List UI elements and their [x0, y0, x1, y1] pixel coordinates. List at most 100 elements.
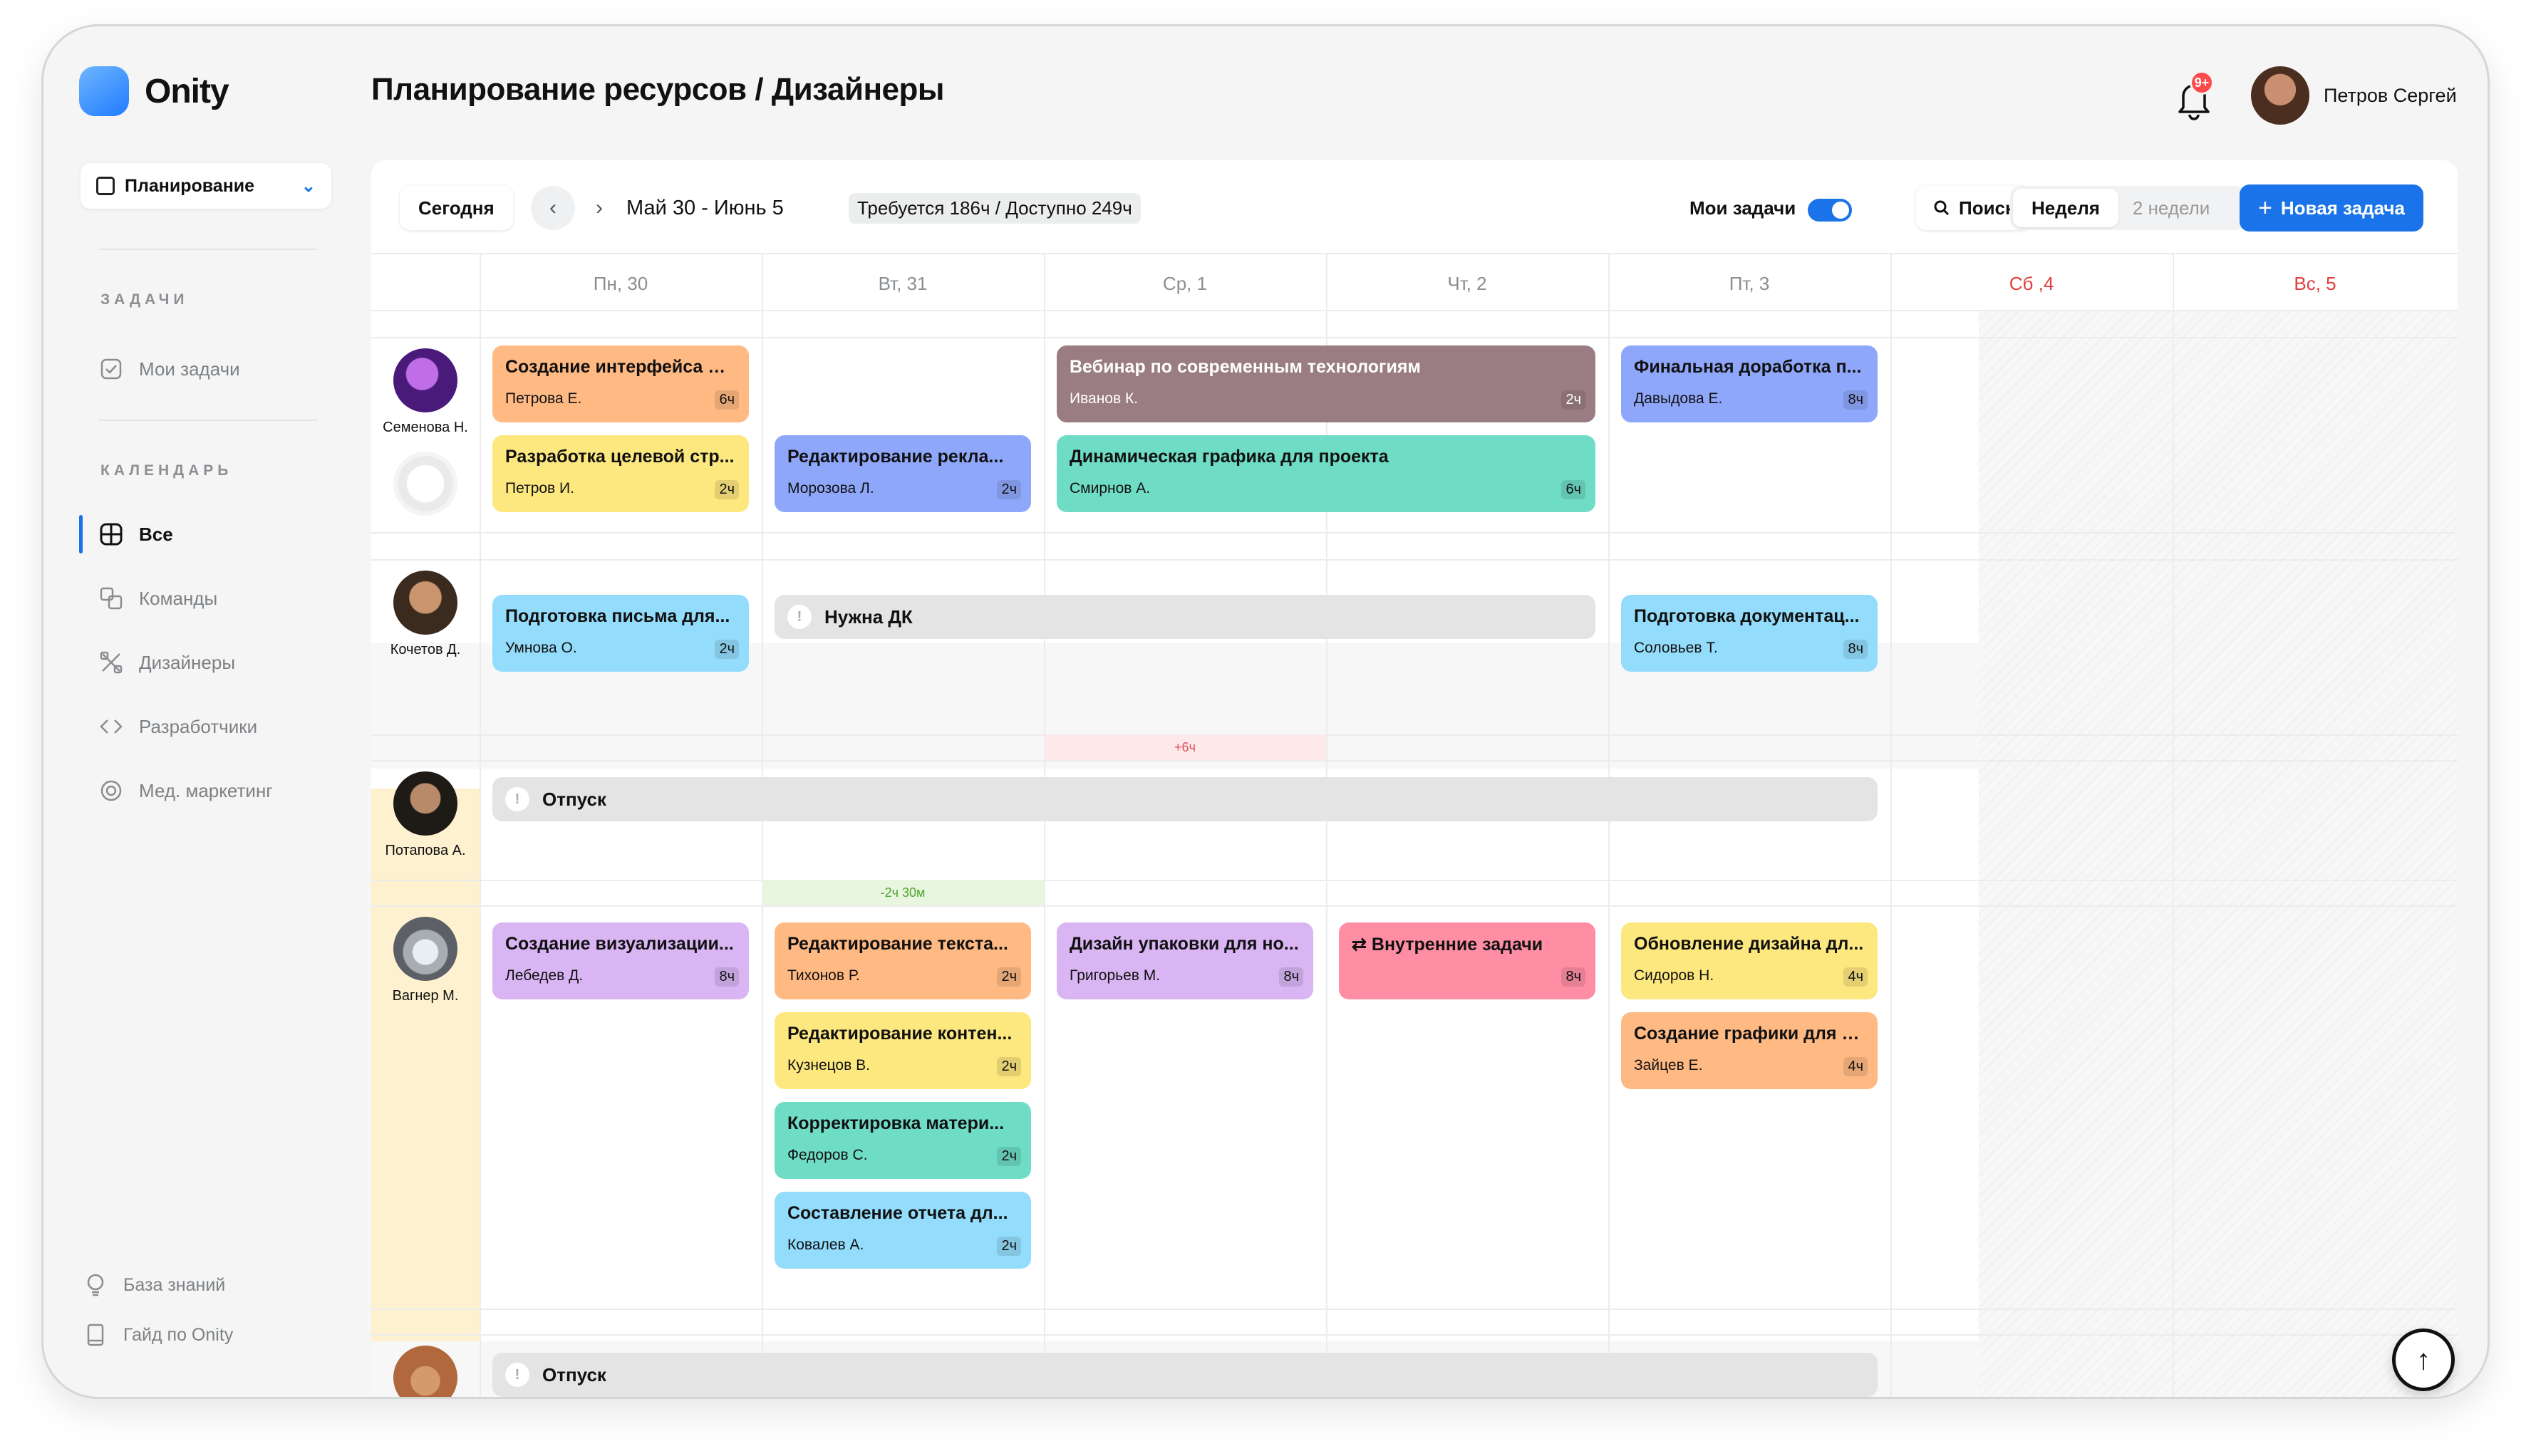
- grid-line: [762, 253, 763, 1397]
- grid-line: [2173, 253, 2174, 1397]
- user-name[interactable]: Петров Сергей: [2324, 85, 2457, 107]
- sidebar-item-med-marketing[interactable]: Мед. маркетинг: [99, 773, 273, 808]
- resource-grid: Пн, 30 Вт, 31 Ср, 1 Чт, 2 Пт, 3 Сб ,4 Вс…: [371, 253, 2458, 1397]
- today-button[interactable]: Сегодня: [400, 186, 513, 230]
- view-two-weeks-button[interactable]: 2 недели: [2118, 197, 2224, 219]
- day-header-row: Пн, 30 Вт, 31 Ср, 1 Чт, 2 Пт, 3 Сб ,4 Вс…: [371, 253, 2458, 311]
- alert-icon: !: [787, 605, 812, 629]
- overload-indicator: +6ч: [1044, 734, 1326, 760]
- task-title: Составление отчета дл...: [787, 1203, 1008, 1223]
- task-card[interactable]: Подготовка письма для... Умнова О. 2ч: [492, 595, 749, 672]
- blocked-bar[interactable]: ! Нужна ДК: [775, 595, 1595, 639]
- person-name: Кочетов Д.: [390, 642, 461, 657]
- logo: Onity: [79, 66, 229, 116]
- task-assignee: Кузнецов В.: [787, 1057, 870, 1073]
- my-tasks-toggle[interactable]: [1808, 199, 1852, 222]
- day-header: Пт, 3: [1729, 272, 1770, 294]
- support-icon: [99, 779, 123, 803]
- task-card[interactable]: Создание визуализации... Лебедев Д. 8ч: [492, 922, 749, 999]
- scroll-to-top-button[interactable]: ↑: [2392, 1328, 2455, 1391]
- task-title: Создание визуализации...: [505, 934, 734, 954]
- avatar[interactable]: [2251, 66, 2309, 125]
- task-card[interactable]: Редактирование контен... Кузнецов В. 2ч: [775, 1012, 1031, 1089]
- day-header: Пн, 30: [593, 272, 648, 294]
- grid-line: [480, 253, 481, 1397]
- day-header-weekend: Сб ,4: [2009, 272, 2054, 294]
- plus-icon: +: [2258, 194, 2272, 222]
- grid-icon: [99, 522, 123, 546]
- sidebar-item-my-tasks[interactable]: Мои задачи: [99, 351, 240, 387]
- sidebar-footer-guide[interactable]: Гайд по Onity: [83, 1319, 233, 1351]
- task-card[interactable]: Обновление дизайна дл... Сидоров Н. 4ч: [1621, 922, 1878, 999]
- sidebar-item-all[interactable]: Все: [99, 516, 173, 552]
- task-card[interactable]: Подготовка документац... Соловьев Т. 8ч: [1621, 595, 1878, 672]
- task-card[interactable]: Дизайн упаковки для но... Григорьев М. 8ч: [1057, 922, 1313, 999]
- sidebar-section-tasks: ЗАДАЧИ: [100, 291, 189, 308]
- vacation-bar[interactable]: ! Отпуск: [492, 1353, 1878, 1397]
- new-task-button[interactable]: + Новая задача: [2240, 184, 2423, 232]
- task-title: Подготовка письма для...: [505, 606, 730, 626]
- sidebar-item-designers[interactable]: Дизайнеры: [99, 645, 235, 680]
- page-title: Планирование ресурсов / Дизайнеры: [371, 72, 944, 107]
- calendar-icon: [96, 177, 115, 195]
- avatar-placeholder: [393, 452, 457, 516]
- sidebar-item-developers[interactable]: Разработчики: [99, 709, 257, 744]
- vacation-bar[interactable]: ! Отпуск: [492, 777, 1878, 821]
- task-title: Создание интерфейса для нового приложени…: [505, 357, 736, 377]
- code-icon: [99, 714, 123, 739]
- day-header-weekend: Вс, 5: [2294, 272, 2336, 294]
- task-assignee: Тихонов Р.: [787, 967, 860, 984]
- task-hours: 8ч: [1279, 967, 1303, 987]
- person-cell[interactable]: Вагнер М.: [371, 905, 480, 1004]
- task-card[interactable]: Редактирование текста... Тихонов Р. 2ч: [775, 922, 1031, 999]
- task-card[interactable]: Корректировка матери... Федоров С. 2ч: [775, 1102, 1031, 1179]
- task-assignee: Давыдова Е.: [1634, 390, 1723, 407]
- grid-line: [371, 1309, 2458, 1310]
- design-tools-icon: [99, 650, 123, 675]
- task-assignee: Федоров С.: [787, 1147, 868, 1163]
- person-cell[interactable]: Семенова Н.: [371, 337, 480, 516]
- task-hours: 4ч: [1843, 1057, 1868, 1076]
- workspace-select[interactable]: Планирование ⌄: [81, 163, 331, 209]
- task-title: Динамическая графика для проекта: [1070, 447, 1389, 467]
- task-assignee: Григорьев М.: [1070, 967, 1161, 984]
- task-title: Редактирование текста...: [787, 934, 1008, 954]
- footer-label: База знаний: [123, 1274, 226, 1295]
- task-assignee: Зайцев Е.: [1634, 1057, 1703, 1073]
- task-hours: 2ч: [1561, 390, 1585, 410]
- task-card[interactable]: ⇄ Внутренние задачи 8ч: [1339, 922, 1595, 999]
- next-week-button[interactable]: ›: [585, 186, 614, 230]
- view-week-button[interactable]: Неделя: [2013, 189, 2118, 227]
- task-assignee: Лебедев Д.: [505, 967, 584, 984]
- capacity-summary: Требуется 186ч / Доступно 249ч: [849, 186, 1141, 230]
- task-card[interactable]: Финальная доработка п... Давыдова Е. 8ч: [1621, 345, 1878, 422]
- person-cell[interactable]: Потапова А.: [371, 760, 480, 859]
- task-card[interactable]: Создание интерфейса для нового приложени…: [492, 345, 749, 422]
- grid-line: [1890, 253, 1892, 1397]
- person-cell[interactable]: [371, 1334, 480, 1397]
- lightbulb-icon: [83, 1273, 108, 1297]
- sidebar-item-teams[interactable]: Команды: [99, 581, 217, 616]
- task-hours: 8ч: [1843, 640, 1868, 659]
- task-assignee: Соловьев Т.: [1634, 640, 1718, 656]
- capacity-pill: Требуется 186ч / Доступно 249ч: [849, 192, 1141, 224]
- task-assignee: Сидоров Н.: [1634, 967, 1714, 984]
- person-cell[interactable]: Кочетов Д.: [371, 559, 480, 658]
- task-hours: 2ч: [997, 1057, 1021, 1076]
- grid-line: [1608, 253, 1610, 1397]
- task-card[interactable]: Разработка целевой стр... Петров И. 2ч: [492, 435, 749, 512]
- task-card[interactable]: Создание графики для с... Зайцев Е. 4ч: [1621, 1012, 1878, 1089]
- task-card[interactable]: Редактирование рекла... Морозова Л. 2ч: [775, 435, 1031, 512]
- person-name: Семенова Н.: [383, 420, 468, 435]
- sidebar-item-label: Команды: [139, 587, 218, 609]
- onity-logo-icon: [79, 66, 129, 116]
- task-assignee: Умнова О.: [505, 640, 577, 656]
- task-card[interactable]: Вебинар по современным технологиям Иванов…: [1057, 345, 1595, 422]
- prev-week-button[interactable]: ‹: [531, 186, 575, 230]
- task-card[interactable]: Составление отчета дл... Ковалев А. 2ч: [775, 1192, 1031, 1269]
- avatar: [393, 571, 457, 635]
- grid-line: [371, 760, 2458, 761]
- sidebar-item-label: Дизайнеры: [139, 651, 236, 673]
- sidebar-footer-knowledge-base[interactable]: База знаний: [83, 1269, 225, 1301]
- task-card[interactable]: Динамическая графика для проекта Смирнов …: [1057, 435, 1595, 512]
